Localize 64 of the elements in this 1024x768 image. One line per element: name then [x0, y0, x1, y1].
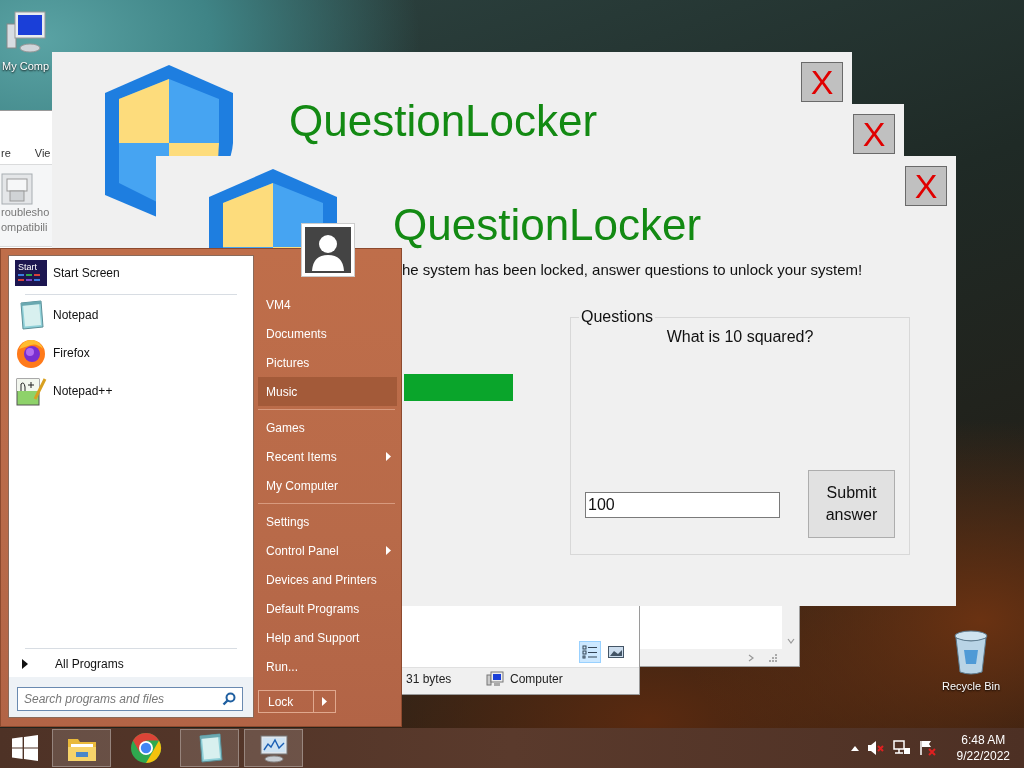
speaker-muted-icon[interactable]	[866, 740, 885, 756]
status-text: Computer	[510, 671, 563, 686]
preview-view-icon	[608, 646, 624, 658]
resource-monitor-icon	[257, 732, 290, 764]
submenu-arrow-icon	[386, 546, 391, 555]
close-button[interactable]: X	[801, 62, 843, 102]
menu-item[interactable]: Recent Items	[258, 442, 397, 471]
caret-up-icon[interactable]	[850, 745, 859, 751]
expand-arrow-icon	[21, 657, 29, 670]
taskbar-button[interactable]	[52, 729, 111, 767]
view-button[interactable]	[579, 641, 601, 663]
windows-logo-icon	[12, 735, 38, 761]
menu-item[interactable]: Control Panel	[258, 536, 397, 565]
search-field[interactable]: Search programs and files	[17, 687, 243, 711]
submenu-arrow-icon	[322, 697, 327, 706]
taskbar-button[interactable]	[244, 729, 303, 767]
lock-options-button[interactable]	[314, 690, 336, 713]
start-screen-icon: Start	[15, 260, 47, 286]
menu-item[interactable]: Help and Support	[258, 623, 397, 652]
network-icon[interactable]	[892, 740, 911, 756]
menu-item[interactable]: Documents	[258, 319, 397, 348]
ribbon-label: roublesho	[1, 205, 50, 220]
icon-label[interactable]: My Comp	[2, 60, 50, 72]
close-button[interactable]: X	[905, 166, 947, 206]
firefox-icon	[15, 337, 47, 369]
group-title: Questions	[580, 308, 655, 326]
program-item[interactable]: Firefox	[9, 334, 253, 372]
chrome-icon	[129, 732, 162, 764]
menu-item[interactable]: Default Programs	[258, 594, 397, 623]
icon-label[interactable]: Recycle Bin	[942, 680, 1001, 692]
taskbar-button[interactable]	[180, 729, 239, 767]
menu-item[interactable]: Run...	[258, 652, 397, 681]
resize-grip-icon[interactable]	[769, 653, 777, 662]
menu-item[interactable]: My Computer	[258, 471, 397, 500]
answer-field[interactable]: 100	[585, 492, 780, 518]
menu-item[interactable]: Devices and Printers	[258, 565, 397, 594]
ribbon-tab[interactable]: re	[1, 146, 11, 159]
lock-button[interactable]: Lock	[258, 690, 314, 713]
app-title: QuestionLocker	[393, 200, 703, 250]
program-item[interactable]: Start Start Screen	[9, 256, 253, 290]
question-text: What is 10 squared?	[665, 328, 815, 346]
ribbon-tab[interactable]: Vie	[34, 146, 51, 159]
menu-item[interactable]: VM4	[258, 290, 397, 319]
app-title: QuestionLocker	[289, 96, 599, 146]
status-text: 31 bytes	[406, 671, 453, 686]
recycle-bin-icon	[952, 630, 991, 676]
all-programs-item[interactable]: All Programs	[9, 650, 253, 677]
submenu-arrow-icon	[386, 452, 391, 461]
search-icon[interactable]	[222, 692, 236, 706]
menu-item[interactable]: Pictures	[258, 348, 397, 377]
program-item[interactable]: Notepad++	[9, 372, 253, 410]
ribbon-label: ompatibili	[1, 220, 48, 235]
menu-item[interactable]: Music	[258, 377, 397, 406]
submit-button[interactable]: Submit answer	[808, 470, 895, 538]
notepad-plus-icon	[15, 375, 47, 407]
menu-item[interactable]: Settings	[258, 507, 397, 536]
computer-icon	[486, 670, 504, 687]
program-item[interactable]: Notepad	[9, 296, 253, 334]
menu-item[interactable]: Games	[258, 413, 397, 442]
lock-message: he system has been locked, answer questions to unlock your system!	[402, 260, 864, 280]
close-button[interactable]: X	[853, 114, 895, 154]
details-view-icon	[582, 645, 598, 659]
flag-icon[interactable]	[918, 740, 937, 756]
clock[interactable]: 6:48 AM 9/22/2022	[956, 732, 1010, 764]
